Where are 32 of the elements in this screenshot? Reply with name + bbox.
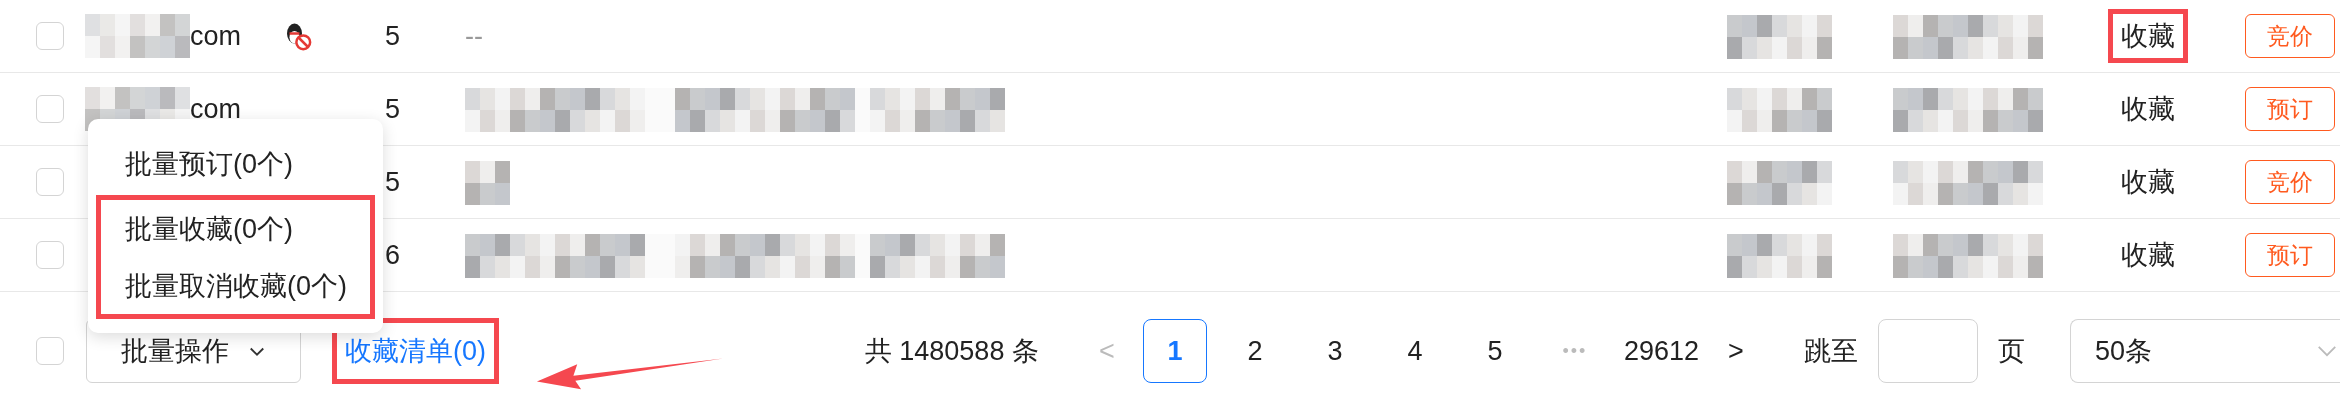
- favorite-link[interactable]: 收藏: [2108, 82, 2188, 136]
- domain-text: com: [190, 93, 241, 125]
- favorite-link[interactable]: 收藏: [2108, 9, 2188, 63]
- menu-item[interactable]: 批量预订(0个): [96, 133, 375, 195]
- menu-item[interactable]: 批量取消收藏(0个): [96, 257, 375, 319]
- page-button[interactable]: 4: [1382, 319, 1447, 383]
- description-text: --: [465, 20, 483, 51]
- count-text: 5: [385, 20, 401, 51]
- page-unit-label: 页: [1998, 335, 2025, 368]
- favorite-link[interactable]: 收藏: [2108, 155, 2188, 209]
- domain-text: com: [190, 20, 241, 52]
- total-count-text: 共 1480588 条: [864, 335, 1039, 368]
- page-button[interactable]: 1: [1142, 319, 1207, 383]
- row-checkbox[interactable]: [36, 95, 64, 123]
- page-button[interactable]: 2: [1222, 319, 1287, 383]
- page-input[interactable]: [1878, 319, 1978, 383]
- count-text: 5: [385, 93, 401, 124]
- page-size-select[interactable]: 50条: [2070, 319, 2340, 383]
- page-button[interactable]: 3: [1302, 319, 1367, 383]
- row-checkbox[interactable]: [36, 241, 64, 269]
- row-checkbox[interactable]: [36, 22, 64, 50]
- count-text: 6: [385, 239, 401, 270]
- jump-label: 跳至: [1804, 335, 1858, 368]
- select-all-checkbox[interactable]: [36, 337, 64, 365]
- menu-item[interactable]: 批量收藏(0个): [96, 195, 375, 257]
- count-text: 5: [385, 166, 401, 197]
- page-button[interactable]: 5: [1462, 319, 1527, 383]
- redacted-text: [465, 161, 510, 205]
- next-page-button[interactable]: >: [1716, 319, 1756, 383]
- row-checkbox[interactable]: [36, 168, 64, 196]
- page-button[interactable]: 29612: [1622, 319, 1700, 383]
- favorite-link[interactable]: 收藏: [2108, 228, 2188, 282]
